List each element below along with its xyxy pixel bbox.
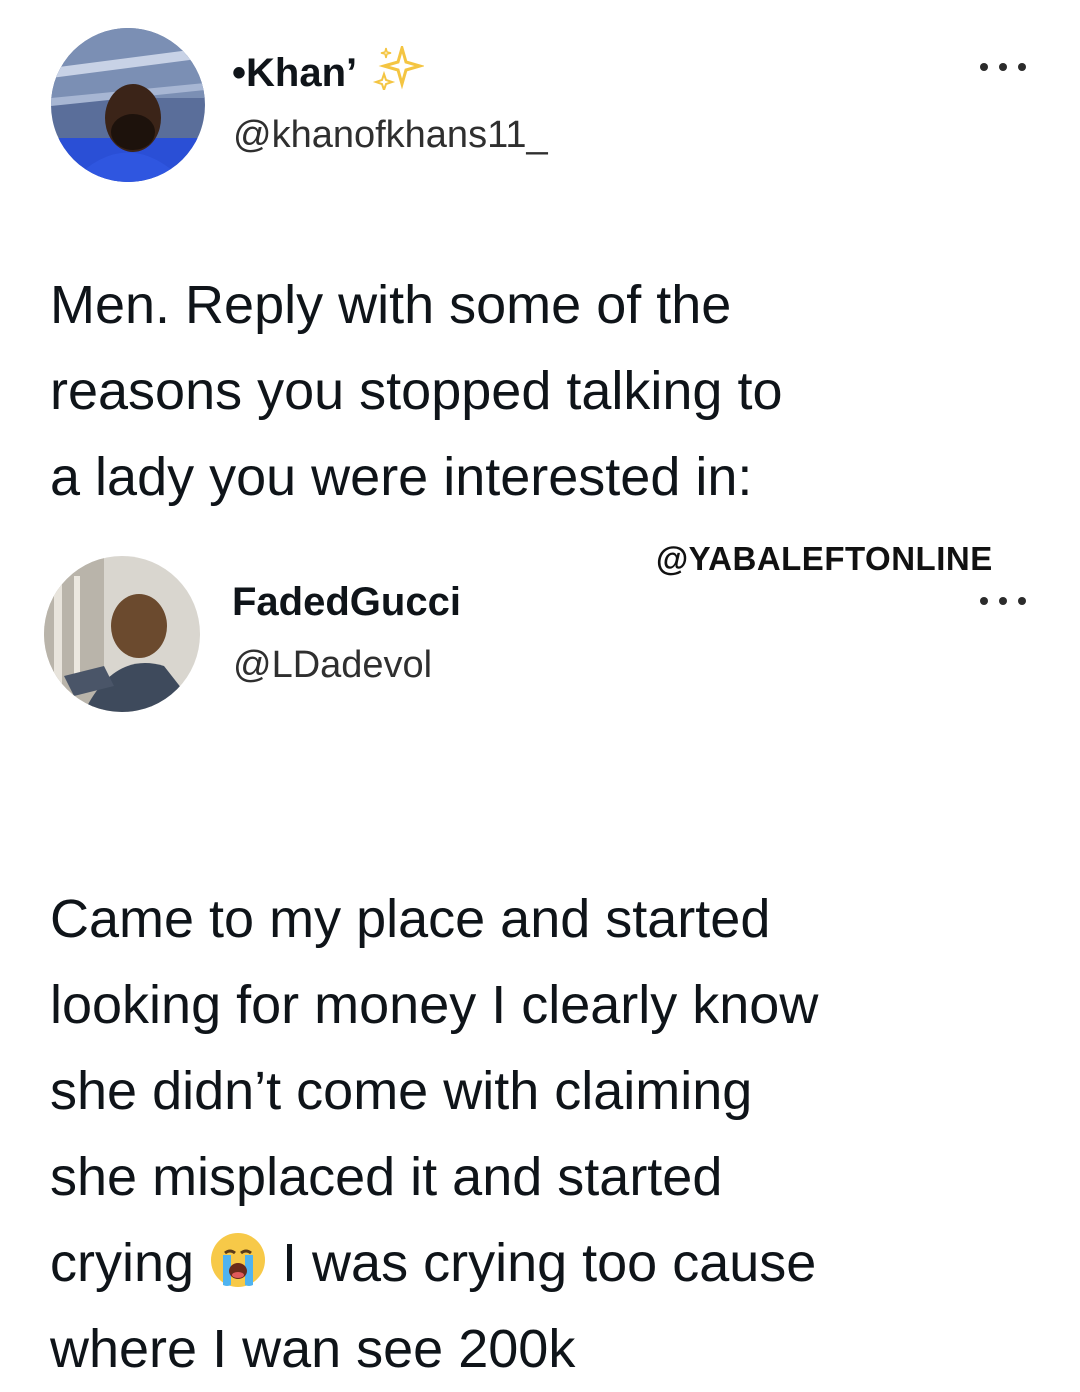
more-dots-icon[interactable] [980,60,1026,74]
sparkles-icon [372,42,426,94]
tweet1-name-text: •Khan’ [232,51,355,95]
avatar-khan[interactable] [51,28,205,182]
tweet2-text: Came to my place and started looking for… [50,790,818,1392]
avatar-khan-image [51,28,205,182]
tweet1-handle[interactable]: @khanofkhans11_ [233,112,548,158]
reply-tweet: FadedGucci @LDadevol Came to my place an… [0,540,1080,1379]
avatar-fadedgucci-image [44,556,200,712]
more-dots-icon[interactable] [980,594,1026,608]
tweet1-text: Men. Reply with some of the reasons you … [50,275,783,507]
original-tweet: •Khan’ @khanofkhans11_ Men. Reply with s… [0,0,1080,520]
loudly-crying-face-icon [211,1233,266,1287]
tweet1-display-name[interactable]: •Khan’ [232,42,426,97]
tweet2-handle[interactable]: @LDadevol [233,642,432,688]
tweet2-display-name[interactable]: FadedGucci [232,578,461,626]
avatar-fadedgucci[interactable] [44,556,200,712]
